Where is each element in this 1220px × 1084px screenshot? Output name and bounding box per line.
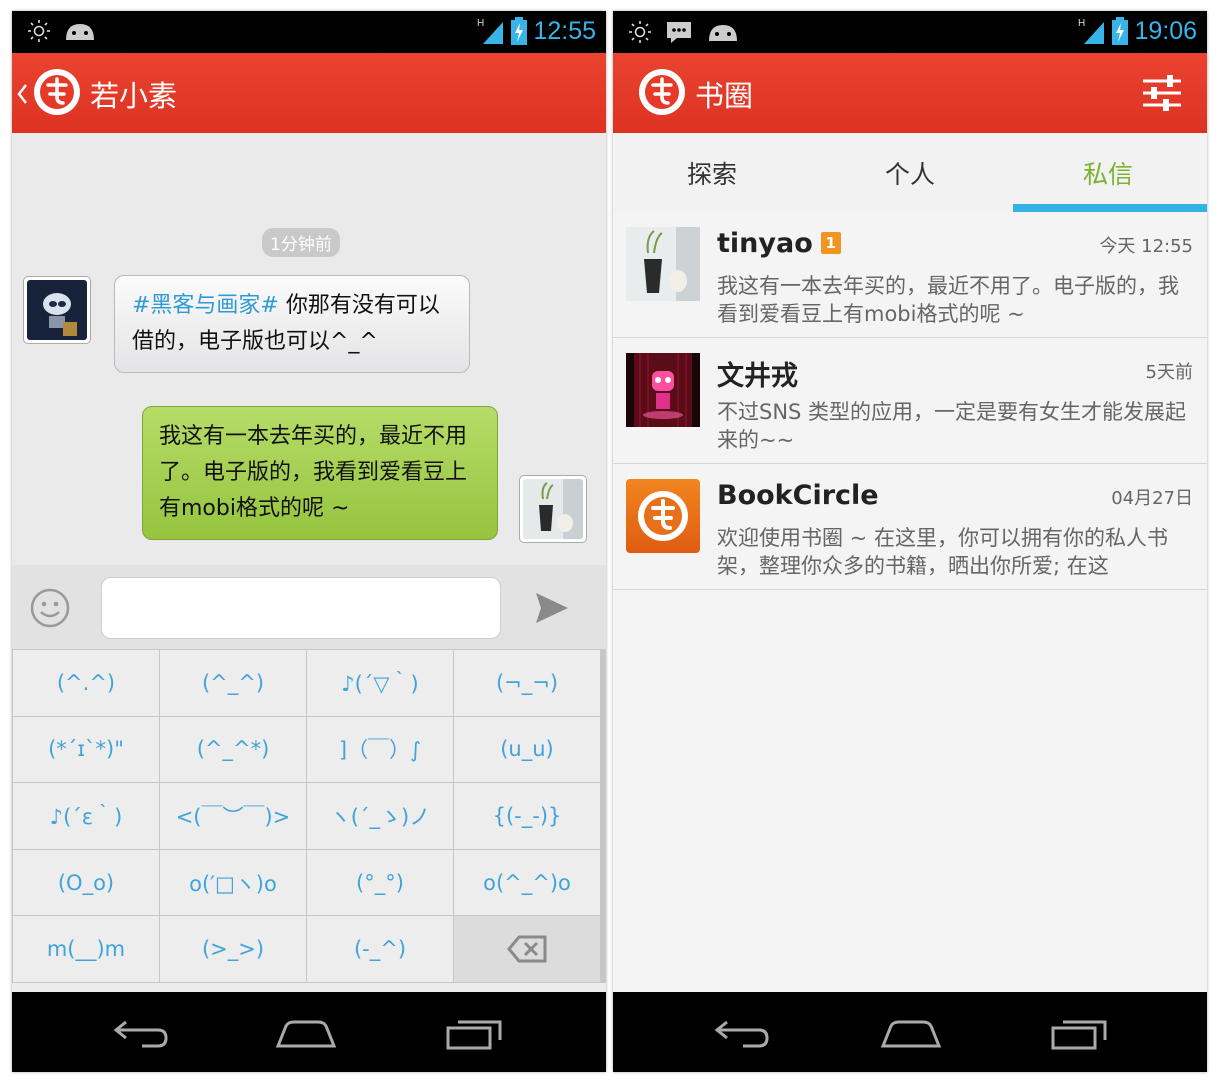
- chat-screen: H 12:55 若小素 1分钟前 #黑客与画家# 你那有没有可以借的，电子版也可…: [12, 11, 606, 1072]
- conversation-item[interactable]: 文井戎 5天前 不过SNS 类型的应用，一定是要有女生才能发展起来的~~: [613, 338, 1207, 464]
- conversation-time: 今天 12:55: [1099, 236, 1193, 257]
- emoticon-key[interactable]: ヽ(´_ゝ)ノ: [307, 783, 453, 849]
- tab-bar: 探索 个人 私信: [613, 133, 1207, 213]
- conversation-preview: 欢迎使用书圈 ~ 在这里，你可以拥有你的私人书架，整理你众多的书籍，晒出你所爱;…: [717, 526, 1168, 578]
- send-icon[interactable]: [534, 591, 570, 625]
- status-bar: H 12:55: [12, 11, 606, 53]
- emoticon-key[interactable]: ♪(´ε｀): [13, 783, 159, 849]
- message-input[interactable]: [101, 577, 501, 639]
- messages-screen: H 19:06 书圈 探索 个人 私信 tinyao 1 今天 12:55 我这…: [613, 11, 1207, 1072]
- incoming-message: #黑客与画家# 你那有没有可以借的，电子版也可以^_^: [114, 275, 470, 373]
- conversation-preview: 不过SNS 类型的应用，一定是要有女生才能发展起来的~~: [717, 400, 1187, 452]
- emoticon-key[interactable]: {(-_-)}: [454, 783, 600, 849]
- emoticon-key[interactable]: (-_^): [307, 916, 453, 982]
- my-avatar[interactable]: [519, 475, 587, 543]
- status-time: 19:06: [1134, 16, 1197, 45]
- topic-tag[interactable]: #黑客与画家#: [132, 293, 279, 318]
- signal-icon: H: [1078, 18, 1105, 44]
- sliders-icon[interactable]: [1141, 73, 1183, 113]
- conversation-name: tinyao 1: [717, 228, 841, 259]
- emoticon-key[interactable]: (°_°): [307, 849, 453, 916]
- android-icon: [66, 24, 94, 40]
- outgoing-message-text: 我这有一本去年买的，最近不用了。电子版的，我看到爱看豆上有mobi格式的呢 ~: [159, 424, 468, 521]
- tab-personal[interactable]: 个人: [811, 133, 1009, 212]
- recent-apps-icon[interactable]: [1049, 1016, 1109, 1050]
- conversation-time: 04月27日: [1111, 488, 1193, 509]
- back-icon[interactable]: [112, 1016, 172, 1050]
- home-icon[interactable]: [879, 1016, 943, 1050]
- status-bar: H 19:06: [613, 11, 1207, 53]
- svg-text:H: H: [1078, 18, 1085, 29]
- brightness-icon: [28, 20, 50, 42]
- emoticon-key[interactable]: <(￣︶￣)>: [160, 783, 306, 849]
- chat-area: 1分钟前 #黑客与画家# 你那有没有可以借的，电子版也可以^_^ 我这有一本去年…: [12, 133, 606, 565]
- emoticon-keyboard: (^.^) (^_^) ♪(´▽｀) (¬_¬) (*´ɪ`*)" (^_^*)]（￣）∫…: [12, 649, 606, 983]
- tab-private-messages-label: 私信: [1082, 159, 1133, 189]
- emoticon-key[interactable]: (^_^*): [160, 716, 306, 783]
- unread-badge: 1: [820, 232, 841, 254]
- conversation-avatar: [626, 353, 700, 427]
- emoticon-key[interactable]: (O_o): [13, 849, 159, 916]
- app-logo-icon[interactable]: [32, 67, 82, 117]
- emoticon-key[interactable]: m(__)m: [13, 916, 159, 982]
- contact-avatar[interactable]: [23, 276, 91, 344]
- tab-explore[interactable]: 探索: [613, 133, 811, 212]
- conversation-name: BookCircle: [717, 480, 879, 511]
- app-bar: 若小素: [12, 53, 606, 133]
- conversation-preview: 我这有一本去年买的，最近不用了。电子版的，我看到爱看豆上有mobi格式的呢 ~: [717, 274, 1179, 326]
- app-logo-icon[interactable]: [637, 67, 687, 117]
- conversation-avatar: [626, 227, 700, 301]
- conversation-list: tinyao 1 今天 12:55 我这有一本去年买的，最近不用了。电子版的，我看…: [613, 212, 1207, 992]
- emoticon-key[interactable]: o(′□ヽ)o: [160, 849, 306, 916]
- emoticon-key[interactable]: ♪(´▽｀): [307, 650, 453, 716]
- outgoing-message: 我这有一本去年买的，最近不用了。电子版的，我看到爱看豆上有mobi格式的呢 ~: [142, 406, 498, 540]
- input-bar: [12, 565, 606, 649]
- tab-private-messages[interactable]: 私信: [1009, 133, 1207, 212]
- backspace-icon[interactable]: [454, 916, 600, 982]
- emoticon-key[interactable]: (u_u): [454, 716, 600, 783]
- emoticon-key[interactable]: (^_^): [160, 650, 306, 716]
- tab-personal-label: 个人: [884, 159, 935, 189]
- bookcircle-logo-icon: [626, 479, 700, 553]
- emoticon-key[interactable]: (^.^): [13, 650, 159, 716]
- emoticon-key[interactable]: (*´ɪ`*)": [13, 716, 159, 783]
- tab-explore-label: 探索: [686, 159, 737, 189]
- chat-title: 若小素: [90, 79, 178, 113]
- recent-apps-icon[interactable]: [444, 1016, 504, 1050]
- nav-bar: [613, 992, 1207, 1072]
- conversation-name: 文井戎: [717, 361, 798, 392]
- conversation-item[interactable]: BookCircle 04月27日 欢迎使用书圈 ~ 在这里，你可以拥有你的私人…: [613, 464, 1207, 590]
- chevron-left-icon[interactable]: [16, 83, 28, 105]
- conversation-time: 5天前: [1145, 362, 1193, 383]
- emoticon-key[interactable]: ]（￣）∫: [307, 716, 453, 783]
- home-icon[interactable]: [274, 1016, 338, 1050]
- signal-icon: H: [477, 18, 504, 44]
- emoticon-key[interactable]: o(^_^)o: [454, 849, 600, 916]
- conversation-name-text: tinyao: [717, 228, 813, 259]
- message-notification-icon: [667, 22, 691, 43]
- conversation-item[interactable]: tinyao 1 今天 12:55 我这有一本去年买的，最近不用了。电子版的，我看…: [613, 212, 1207, 338]
- app-bar: 书圈: [613, 53, 1207, 133]
- time-divider: 1分钟前: [262, 228, 340, 257]
- svg-text:H: H: [477, 18, 484, 29]
- android-icon: [709, 25, 737, 41]
- battery-icon: [1112, 17, 1129, 45]
- app-title: 书圈: [695, 79, 754, 113]
- back-icon[interactable]: [713, 1016, 773, 1050]
- brightness-icon: [629, 21, 651, 43]
- status-time: 12:55: [533, 16, 596, 45]
- emoticon-key[interactable]: (>_>): [160, 916, 306, 982]
- emoji-icon[interactable]: [29, 587, 71, 629]
- nav-bar: [12, 992, 606, 1072]
- active-tab-indicator: [1013, 204, 1207, 212]
- battery-icon: [511, 17, 528, 45]
- emoticon-key[interactable]: (¬_¬): [454, 650, 600, 716]
